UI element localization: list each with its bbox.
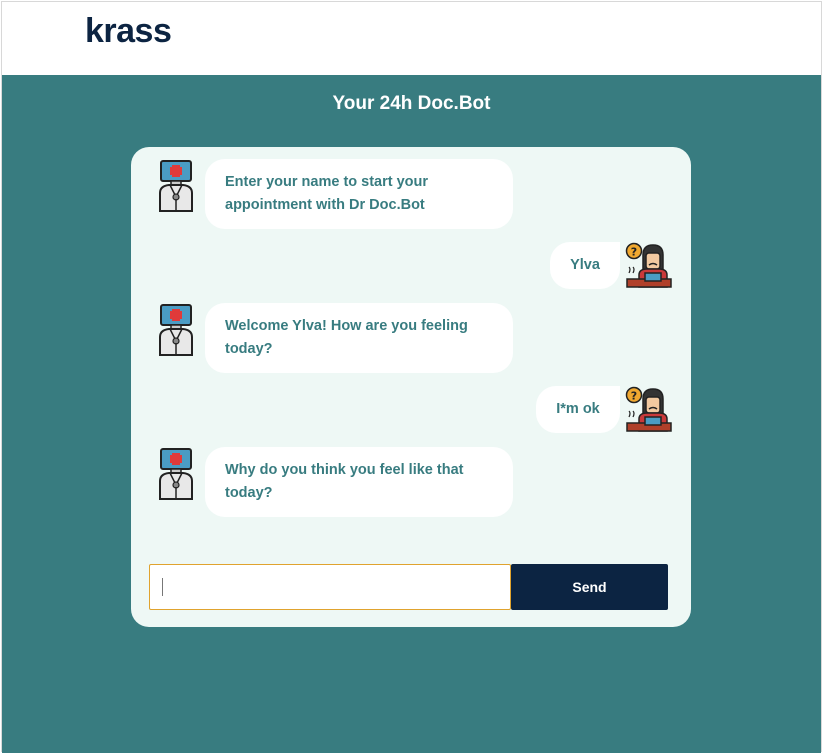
message-bubble: Welcome Ylva! How are you feeling today? bbox=[205, 303, 513, 373]
chat-input-row: Send bbox=[149, 564, 669, 610]
message-bubble: Ylva bbox=[550, 242, 620, 289]
send-button[interactable]: Send bbox=[511, 564, 668, 610]
svg-text:?: ? bbox=[631, 390, 637, 403]
message-bubble: Why do you think you feel like that toda… bbox=[205, 447, 513, 517]
site-header: krass bbox=[2, 2, 821, 76]
doctor-robot-icon bbox=[159, 448, 193, 500]
text-caret bbox=[162, 578, 163, 596]
confused-user-icon: ? bbox=[625, 242, 672, 288]
doctor-robot-icon bbox=[159, 304, 193, 356]
confused-user-icon: ? bbox=[625, 386, 672, 432]
doctor-robot-icon bbox=[159, 160, 193, 212]
app-window: krass Your 24h Doc.Bot Enter your name t… bbox=[1, 1, 822, 753]
chat-input[interactable] bbox=[149, 564, 511, 610]
chat-card: Enter your name to start your appointmen… bbox=[131, 147, 691, 627]
message-bubble: Enter your name to start your appointmen… bbox=[205, 159, 513, 229]
svg-text:?: ? bbox=[631, 246, 637, 259]
main-section: Your 24h Doc.Bot Enter your name to star… bbox=[2, 75, 821, 753]
message-bubble: I*m ok bbox=[536, 386, 620, 433]
page-title: Your 24h Doc.Bot bbox=[332, 93, 491, 114]
logo[interactable]: krass bbox=[85, 12, 172, 51]
